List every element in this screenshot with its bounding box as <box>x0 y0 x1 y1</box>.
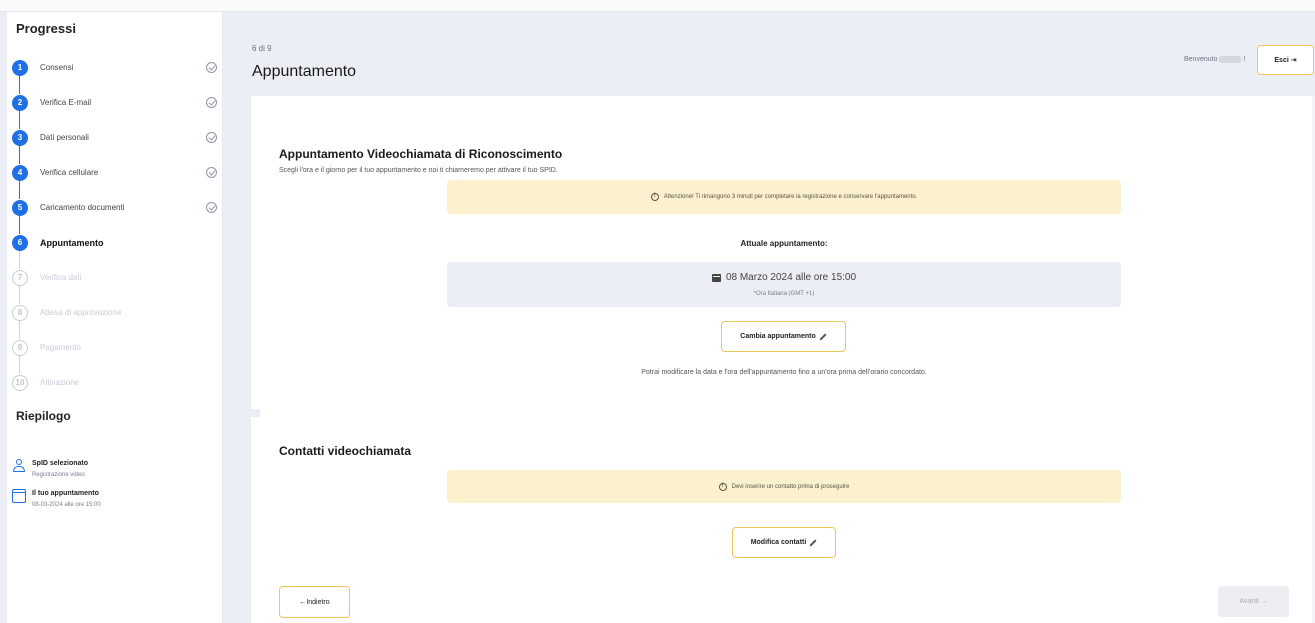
summary-title: Riepilogo <box>16 409 71 423</box>
edit-contacts-button[interactable]: Modifica contatti <box>732 527 836 558</box>
step-item-8: 8 Attesa di approvazione <box>12 295 217 339</box>
step-label: Verifica E-mail <box>40 98 92 107</box>
step-number: 5 <box>12 199 28 216</box>
step-number: 3 <box>12 129 28 146</box>
summary-appointment: Il tuo appuntamento 08-03-2024 alle ore … <box>12 489 101 510</box>
step-label: Verifica dati <box>40 273 82 282</box>
check-circle-icon <box>206 167 217 178</box>
step-list: 1 Consensi 2 Verifica E-mail 3 Dati personali… <box>12 50 217 400</box>
card-divider <box>251 409 260 417</box>
step-label: Pagamento <box>40 343 81 352</box>
summary-spid: SpID selezionato Registrazione video <box>12 459 88 480</box>
contacts-section-title: Contatti videochiamata <box>279 444 412 458</box>
progress-sidebar: Progressi 1 Consensi 2 Verifica E-mail 3 Dati… <box>7 12 223 623</box>
logout-button[interactable]: Esci ⇥ <box>1257 45 1314 75</box>
step-label: Caricamento documenti <box>40 203 125 212</box>
step-connector <box>19 215 20 234</box>
step-number: 1 <box>12 59 28 76</box>
appointment-section-title: Appuntamento Videochiamata di Riconoscim… <box>279 147 563 161</box>
step-number: 6 <box>12 234 28 251</box>
step-label: Attesa di approvazione <box>40 308 122 317</box>
step-connector <box>19 75 20 94</box>
time-warning-text: Attenzione! Ti rimangono 3 minuti per co… <box>663 194 918 200</box>
step-item-7: 7 Verifica dati <box>12 260 217 304</box>
step-number: 7 <box>12 269 28 286</box>
step-item-5: 5 Caricamento documenti <box>12 190 217 234</box>
step-label: Dati personali <box>40 133 89 142</box>
current-appointment-label: Attuale appuntamento: <box>740 239 828 248</box>
summary-spid-label: SpID selezionato <box>32 460 89 467</box>
step-number: 8 <box>12 304 28 321</box>
welcome-prefix: Benvenuto <box>1184 56 1218 63</box>
current-appointment-box: 08 Marzo 2024 alle ore 15:00 *Ora Italia… <box>447 262 1121 307</box>
step-label: Attivazione <box>40 378 80 387</box>
step-item-2: 2 Verifica E-mail <box>12 85 217 129</box>
summary-spid-value: Registrazione video <box>32 472 85 478</box>
step-counter: 6 di 9 <box>252 44 272 53</box>
step-number: 2 <box>12 94 28 111</box>
step-connector <box>19 355 20 374</box>
pencil-icon <box>809 538 817 547</box>
user-icon <box>12 459 26 473</box>
contact-warning-alert: Devi inserire un contatto prima di prose… <box>447 470 1121 503</box>
appointment-section-subtitle: Scegli l'ora e il giorno per il tuo appu… <box>279 167 558 174</box>
step-connector <box>19 180 20 199</box>
timezone-note: *Ora Italiana (GMT +1) <box>753 291 815 297</box>
step-connector <box>19 285 20 304</box>
change-appointment-label: Cambia appuntamento <box>740 333 816 340</box>
step-item-9: 9 Pagamento <box>12 330 217 374</box>
sidebar-title: Progressi <box>16 21 76 36</box>
step-label: Verifica cellulare <box>40 168 99 177</box>
next-button[interactable]: Avanti → <box>1218 586 1289 617</box>
calendar-icon <box>12 489 26 503</box>
step-connector <box>19 250 20 269</box>
step-connector <box>19 110 20 129</box>
step-number: 9 <box>12 339 28 356</box>
top-bar <box>0 0 1315 12</box>
summary-appt-label: Il tuo appuntamento <box>32 490 99 497</box>
step-item-6: 6 Appuntamento <box>12 225 217 269</box>
check-circle-icon <box>206 97 217 108</box>
step-number: 4 <box>12 164 28 181</box>
info-icon <box>650 193 659 201</box>
check-circle-icon <box>206 132 217 143</box>
step-label: Appuntamento <box>40 237 104 248</box>
pencil-icon <box>819 332 827 341</box>
contact-warning-text: Devi inserire un contatto prima di prose… <box>731 483 850 490</box>
check-circle-icon <box>206 62 217 73</box>
welcome-message: Benvenuto ! <box>1184 56 1245 63</box>
page-title: Appuntamento <box>252 63 357 80</box>
current-appointment-value: 08 Marzo 2024 alle ore 15:00 <box>725 272 857 283</box>
edit-contacts-label: Modifica contatti <box>750 539 807 546</box>
time-warning-alert: Attenzione! Ti rimangono 3 minuti per co… <box>447 180 1121 214</box>
summary-appt-value: 08-03-2024 alle ore 15:00 <box>32 502 101 508</box>
step-item-10: 10 Attivazione <box>12 365 217 400</box>
change-policy-text: Potrai modificare la data e l'ora dell'a… <box>641 369 927 376</box>
check-circle-icon <box>206 202 217 213</box>
step-item-4: 4 Verifica cellulare <box>12 155 217 199</box>
change-appointment-button[interactable]: Cambia appuntamento <box>721 321 846 352</box>
back-button[interactable]: ←Indietro <box>279 586 350 618</box>
username-redacted <box>1219 56 1242 63</box>
calendar-icon <box>711 273 721 282</box>
step-number: 10 <box>12 374 28 391</box>
step-label: Consensi <box>40 63 74 72</box>
welcome-suffix: ! <box>1243 56 1246 63</box>
step-item-3: 3 Dati personali <box>12 120 217 164</box>
info-icon <box>718 482 727 491</box>
step-connector <box>19 320 20 339</box>
step-connector <box>19 145 20 164</box>
step-item-1: 1 Consensi <box>12 50 217 94</box>
